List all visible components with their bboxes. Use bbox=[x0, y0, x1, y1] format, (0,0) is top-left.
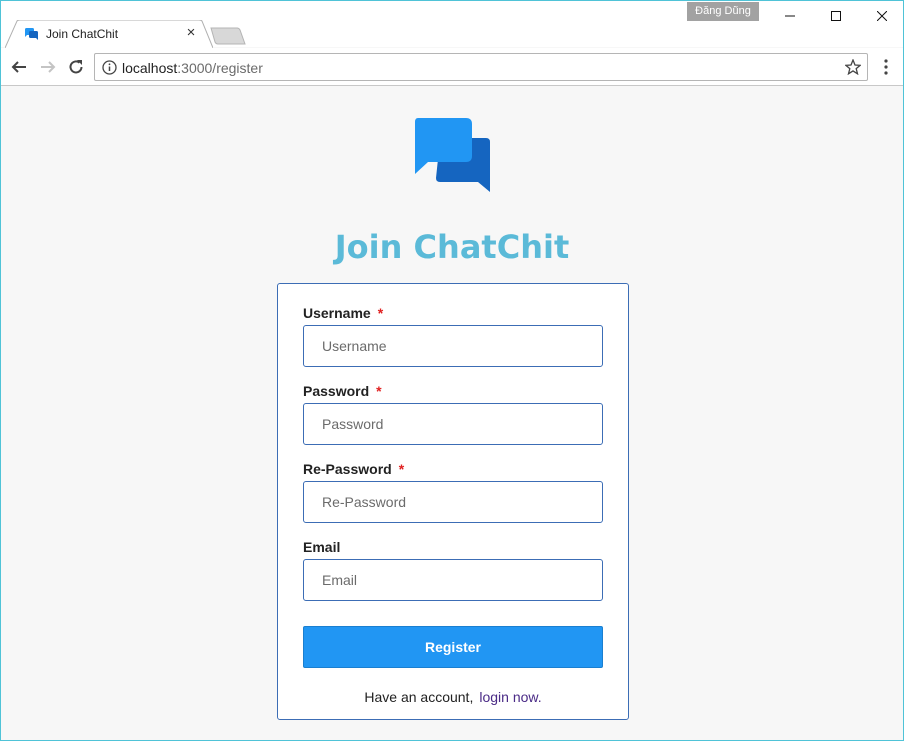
repassword-input[interactable] bbox=[303, 481, 603, 523]
username-label-text: Username bbox=[303, 305, 371, 321]
browser-toolbar: localhost:3000/register bbox=[1, 48, 903, 86]
new-tab-button[interactable] bbox=[210, 27, 246, 45]
window-close-icon[interactable] bbox=[859, 1, 903, 31]
required-mark: * bbox=[376, 383, 382, 399]
page-content: Join ChatChit Username * Password * Re-Pas… bbox=[1, 86, 903, 740]
url-text[interactable]: localhost:3000/register bbox=[122, 60, 263, 76]
password-label-text: Password bbox=[303, 383, 370, 399]
username-label: Username * bbox=[303, 305, 383, 321]
close-icon[interactable]: × bbox=[184, 25, 198, 40]
tab-title: Join ChatChit bbox=[46, 27, 119, 41]
page-title: Join ChatChit bbox=[334, 228, 570, 266]
register-form: Username * Password * Re-Password * Email R… bbox=[277, 283, 629, 720]
info-icon[interactable] bbox=[102, 60, 117, 75]
required-mark: * bbox=[377, 305, 384, 321]
minimize-icon[interactable] bbox=[767, 1, 813, 31]
title-bar: Join ChatChit × Đăng Dũng bbox=[1, 1, 903, 48]
star-icon[interactable] bbox=[845, 59, 861, 75]
reload-icon[interactable] bbox=[64, 55, 88, 79]
email-input[interactable] bbox=[303, 559, 603, 601]
chat-favicon-icon bbox=[25, 28, 38, 40]
repassword-label-text: Re-Password bbox=[303, 461, 392, 477]
url-path: :3000/register bbox=[177, 60, 263, 76]
repassword-label: Re-Password * bbox=[303, 461, 404, 477]
forward-arrow-icon[interactable] bbox=[36, 55, 60, 79]
login-link[interactable]: login now. bbox=[479, 689, 541, 705]
profile-badge[interactable]: Đăng Dũng bbox=[687, 2, 759, 21]
username-input[interactable] bbox=[303, 325, 603, 367]
email-label-text: Email bbox=[303, 539, 341, 555]
login-prompt: Have an account, login now. bbox=[278, 689, 628, 705]
register-button[interactable]: Register bbox=[303, 626, 603, 668]
address-bar[interactable]: localhost:3000/register bbox=[94, 53, 868, 81]
login-prompt-text: Have an account, bbox=[364, 689, 474, 705]
password-input[interactable] bbox=[303, 403, 603, 445]
url-host: localhost bbox=[122, 60, 178, 76]
required-mark: * bbox=[398, 461, 405, 477]
chat-logo-icon bbox=[415, 118, 490, 192]
email-label: Email bbox=[303, 539, 340, 555]
menu-dots-icon[interactable] bbox=[879, 58, 893, 76]
back-arrow-icon[interactable] bbox=[7, 55, 31, 79]
maximize-icon[interactable] bbox=[813, 1, 859, 31]
browser-window: Join ChatChit × Đăng Dũng localhost:3000… bbox=[0, 0, 904, 741]
password-label: Password * bbox=[303, 383, 382, 399]
